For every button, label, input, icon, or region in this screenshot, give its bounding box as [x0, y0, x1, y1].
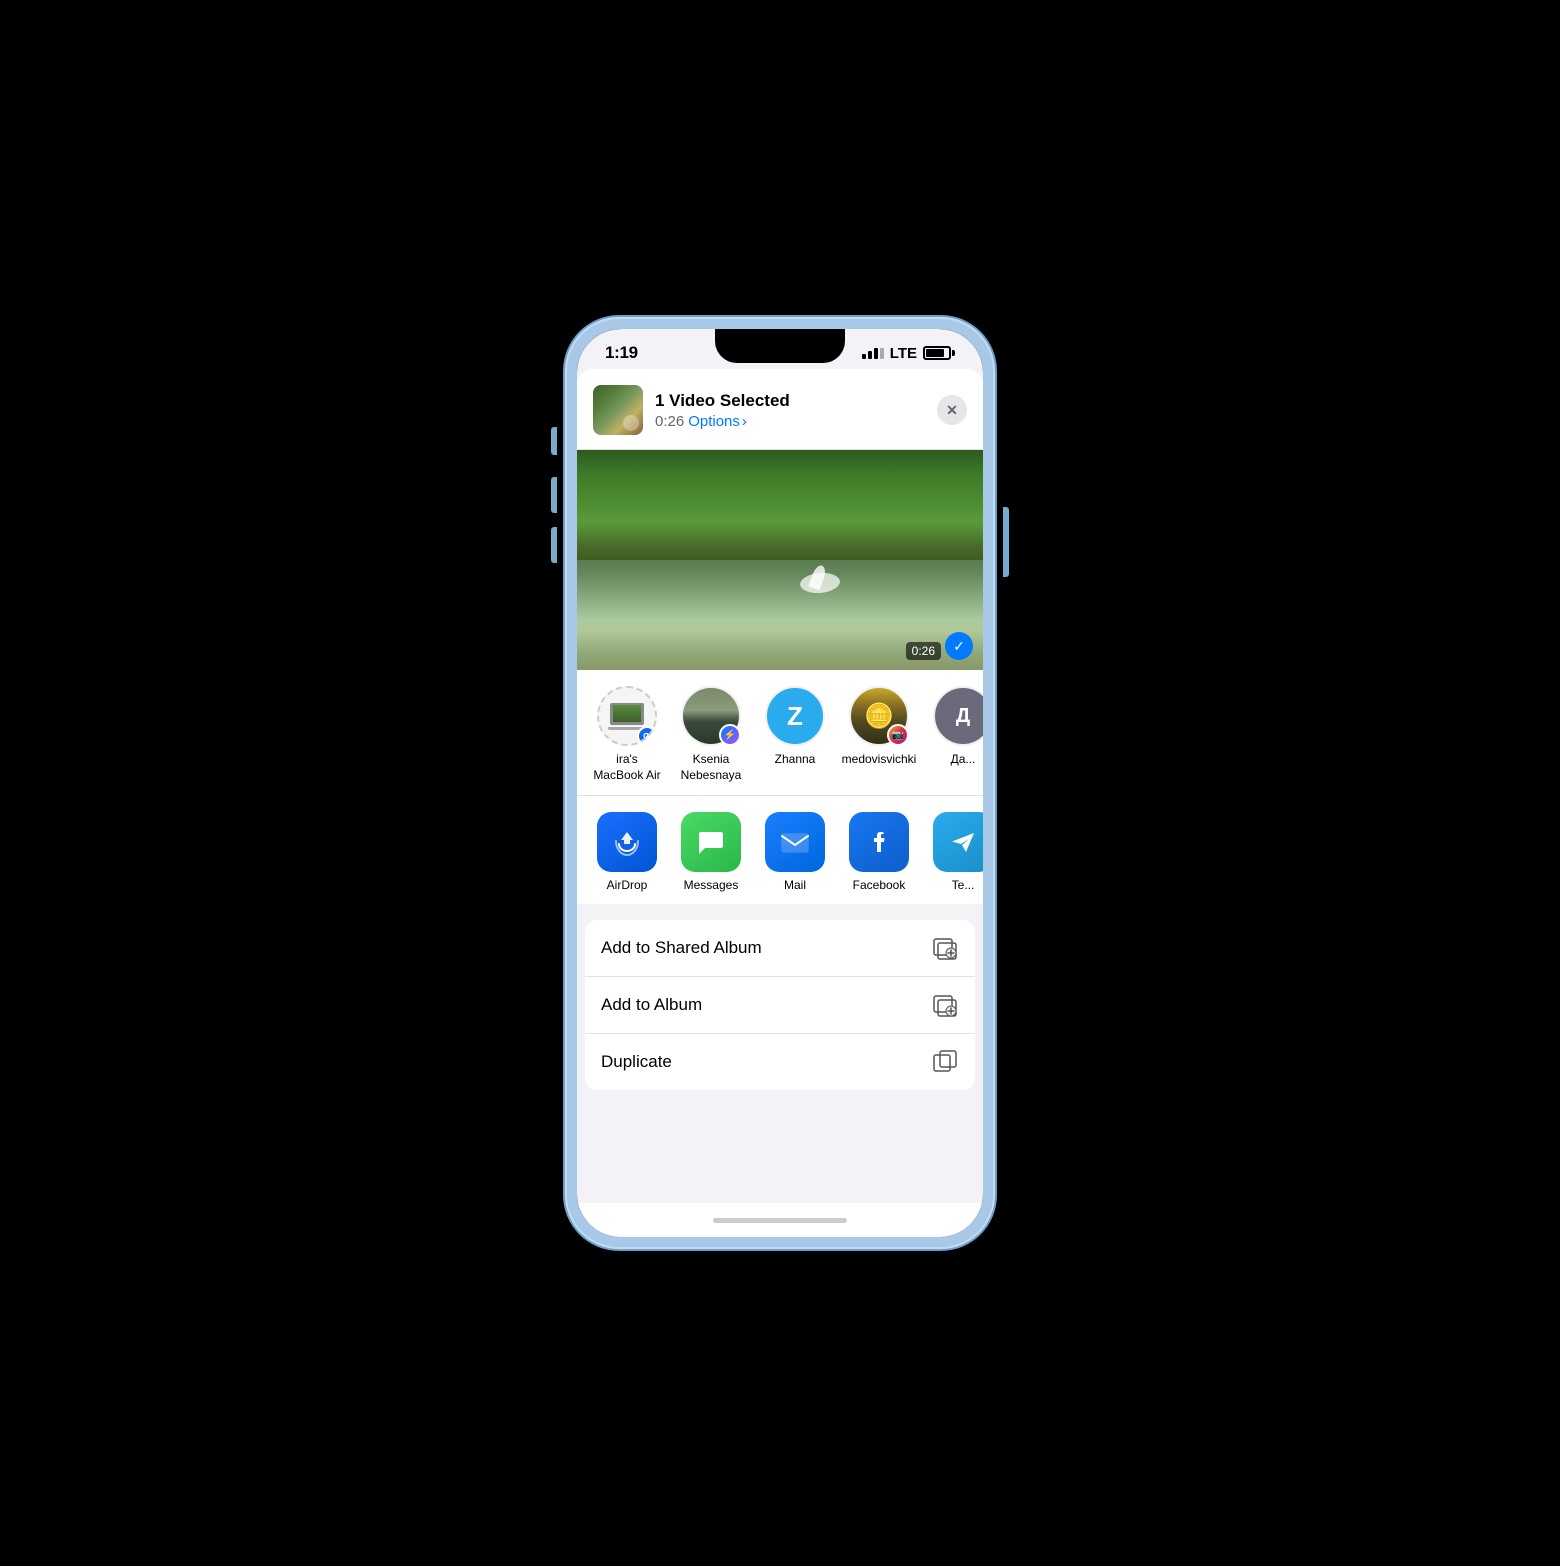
- phone-frame: 1:19 LTE: [565, 317, 995, 1249]
- apps-section: AirDrop Messages: [577, 796, 983, 912]
- app-icon-mail: [765, 812, 825, 872]
- scene-trees: [577, 450, 983, 571]
- contact-avatar-macbook: ⟳: [597, 686, 657, 746]
- silent-button[interactable]: [551, 427, 557, 455]
- options-button[interactable]: Options ›: [688, 413, 747, 430]
- status-right: LTE: [862, 345, 955, 362]
- contact-item-ksenia[interactable]: ⚡ KseniaNebesnaya: [677, 686, 745, 783]
- video-duration-badge: 0:26: [906, 642, 941, 660]
- contact-name-zhanna: Zhanna: [775, 752, 816, 768]
- menu-item-album[interactable]: Add to Album: [585, 977, 975, 1034]
- home-bar: [713, 1218, 847, 1223]
- app-name-messages: Messages: [684, 878, 739, 892]
- power-button[interactable]: [1003, 507, 1009, 577]
- contact-item-zhanna[interactable]: Z Zhanna: [761, 686, 829, 783]
- app-item-messages[interactable]: Messages: [677, 812, 745, 892]
- video-scene: [577, 450, 983, 670]
- battery-icon: [923, 346, 955, 360]
- app-icon-telegram: [933, 812, 983, 872]
- apps-scroll: AirDrop Messages: [577, 812, 983, 892]
- album-icon: [931, 991, 959, 1019]
- contact-item-medovisvichki[interactable]: 🪙 📷 medovisvichki: [845, 686, 913, 783]
- contact-name-medovisvichki: medovisvichki: [842, 752, 917, 768]
- contacts-scroll: ⟳ ira'sMacBook Air ⚡: [577, 686, 983, 783]
- menu-section: Add to Shared Album: [585, 920, 975, 1090]
- menu-item-shared-album-label: Add to Shared Album: [601, 938, 762, 958]
- contact-item-macbook[interactable]: ⟳ ira'sMacBook Air: [593, 686, 661, 783]
- contact-avatar-zhanna: Z: [765, 686, 825, 746]
- share-title: 1 Video Selected: [655, 391, 925, 411]
- contact-item-other[interactable]: Д Да...: [929, 686, 983, 783]
- signal-bar-4: [880, 348, 884, 359]
- battery-tip: [952, 350, 955, 356]
- notch: [715, 329, 845, 363]
- video-preview: ✓ 0:26: [577, 450, 983, 670]
- video-thumbnail: [593, 385, 643, 435]
- screen: 1:19 LTE: [577, 329, 983, 1237]
- battery-fill: [926, 349, 944, 357]
- contact-name-ksenia: KseniaNebesnaya: [681, 752, 742, 783]
- volume-up-button[interactable]: [551, 477, 557, 513]
- signal-bar-1: [862, 354, 866, 359]
- contact-name-macbook: ira'sMacBook Air: [593, 752, 660, 783]
- app-icon-airdrop: [597, 812, 657, 872]
- airdrop-badge: ⟳: [637, 726, 657, 746]
- app-name-airdrop: AirDrop: [607, 878, 648, 892]
- menu-item-duplicate[interactable]: Duplicate: [585, 1034, 975, 1090]
- menu-item-duplicate-label: Duplicate: [601, 1052, 672, 1072]
- app-item-airdrop[interactable]: AirDrop: [593, 812, 661, 892]
- contact-name-other: Да...: [951, 752, 976, 768]
- contact-avatar-other: Д: [933, 686, 983, 746]
- app-item-telegram[interactable]: Te...: [929, 812, 983, 892]
- messenger-badge: ⚡: [719, 724, 741, 746]
- share-duration: 0:26: [655, 413, 684, 430]
- shared-album-icon: [931, 934, 959, 962]
- share-subtitle: 0:26 Options ›: [655, 413, 925, 430]
- close-button[interactable]: ✕: [937, 395, 967, 425]
- app-icon-messages: [681, 812, 741, 872]
- menu-item-shared-album[interactable]: Add to Shared Album: [585, 920, 975, 977]
- share-header-info: 1 Video Selected 0:26 Options ›: [655, 391, 925, 430]
- app-name-facebook: Facebook: [853, 878, 906, 892]
- signal-bar-2: [868, 351, 872, 359]
- lte-label: LTE: [890, 345, 917, 362]
- phone-screen: 1:19 LTE: [577, 329, 983, 1237]
- volume-down-button[interactable]: [551, 527, 557, 563]
- contact-avatar-ksenia: ⚡: [681, 686, 741, 746]
- app-item-facebook[interactable]: Facebook: [845, 812, 913, 892]
- share-header: 1 Video Selected 0:26 Options › ✕: [577, 369, 983, 450]
- home-indicator: [577, 1203, 983, 1237]
- app-name-telegram: Te...: [952, 878, 975, 892]
- app-icon-facebook: [849, 812, 909, 872]
- duplicate-icon: [931, 1048, 959, 1076]
- instagram-badge: 📷: [887, 724, 909, 746]
- signal-bar-3: [874, 348, 878, 359]
- contact-avatar-medovisvichki: 🪙 📷: [849, 686, 909, 746]
- menu-item-album-label: Add to Album: [601, 995, 702, 1015]
- share-sheet: 1 Video Selected 0:26 Options › ✕: [577, 369, 983, 1237]
- app-name-mail: Mail: [784, 878, 806, 892]
- signal-bars: [862, 348, 884, 359]
- video-checkmark: ✓: [945, 632, 973, 660]
- battery-body: [923, 346, 951, 360]
- menu-area: Add to Shared Album: [577, 912, 983, 1203]
- contacts-section: ⟳ ira'sMacBook Air ⚡: [577, 670, 983, 796]
- app-item-mail[interactable]: Mail: [761, 812, 829, 892]
- status-time: 1:19: [605, 343, 638, 363]
